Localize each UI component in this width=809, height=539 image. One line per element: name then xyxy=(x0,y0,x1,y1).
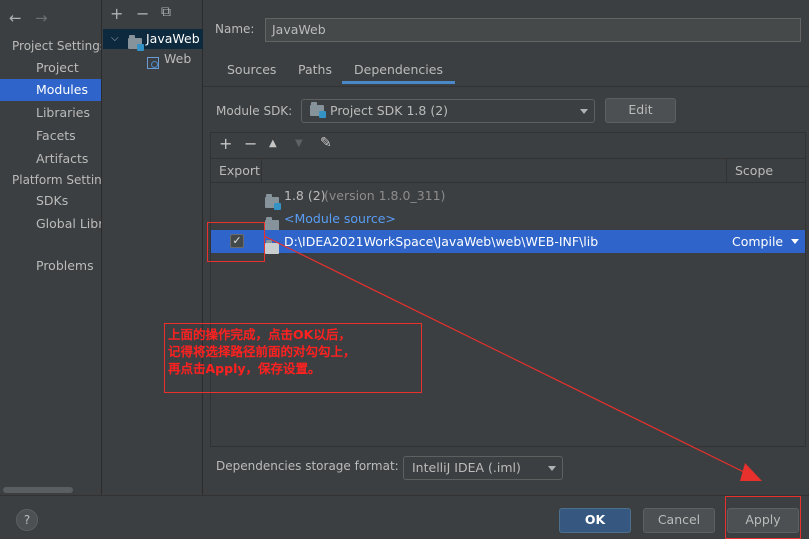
arrow-line xyxy=(263,235,751,476)
dialog-footer: ? OK Cancel Apply xyxy=(0,495,809,539)
help-button[interactable]: ? xyxy=(16,509,38,531)
storage-format-label: Dependencies storage format: xyxy=(216,459,399,473)
cancel-button[interactable]: Cancel xyxy=(643,508,715,533)
storage-format-value: IntelliJ IDEA (.iml) xyxy=(412,460,521,475)
dropdown-arrow-icon xyxy=(548,466,556,471)
storage-format-dropdown[interactable]: IntelliJ IDEA (.iml) xyxy=(403,456,563,480)
apply-highlight-box xyxy=(725,496,801,539)
ok-button[interactable]: OK xyxy=(559,508,631,533)
arrow-head-icon xyxy=(740,463,762,481)
